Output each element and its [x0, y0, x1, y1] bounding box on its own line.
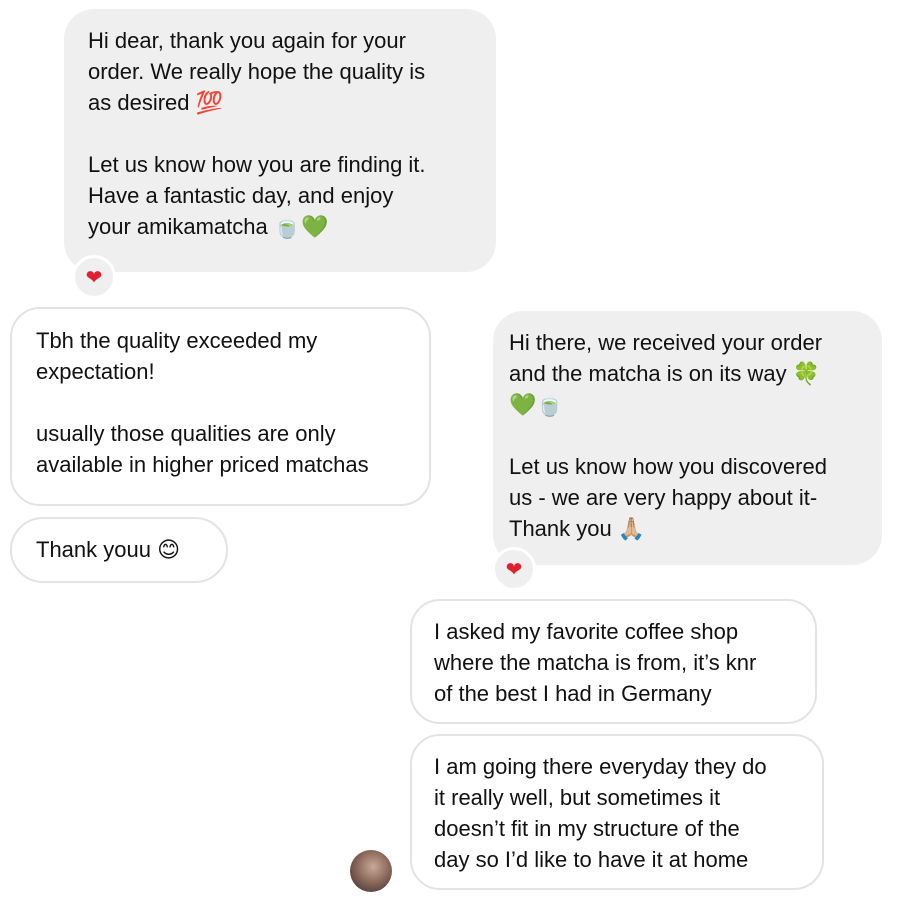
- message-bubble-outgoing-2[interactable]: Thank youu 😊: [10, 517, 228, 583]
- message-bubble-incoming-1[interactable]: Hi dear, thank you again for your order.…: [64, 9, 496, 272]
- message-bubble-outgoing-3[interactable]: I asked my favorite coffee shop where th…: [410, 599, 817, 724]
- heart-reaction-icon[interactable]: ❤: [492, 547, 536, 591]
- message-text: Tbh the quality exceeded my expectation!: [36, 328, 318, 384]
- message-text: I asked my favorite coffee shop where th…: [434, 619, 757, 706]
- message-text: Thank youu 😊: [36, 537, 181, 562]
- message-text: Let us know how you are finding it. Have…: [88, 152, 426, 239]
- message-bubble-incoming-2[interactable]: Hi there, we received your order and the…: [493, 311, 882, 565]
- message-text: Hi dear, thank you again for your order.…: [88, 28, 426, 115]
- user-avatar-photo-icon[interactable]: [350, 850, 392, 892]
- message-text: usually those qualities are only availab…: [36, 421, 369, 477]
- heart-reaction-icon[interactable]: ❤: [72, 255, 116, 299]
- message-bubble-outgoing-1[interactable]: Tbh the quality exceeded my expectation!…: [10, 307, 431, 506]
- message-text: Hi there, we received your order and the…: [509, 330, 823, 417]
- message-text: Let us know how you discovered us - we a…: [509, 454, 827, 541]
- message-text: I am going there everyday they do it rea…: [434, 754, 767, 872]
- message-bubble-outgoing-4[interactable]: I am going there everyday they do it rea…: [410, 734, 824, 890]
